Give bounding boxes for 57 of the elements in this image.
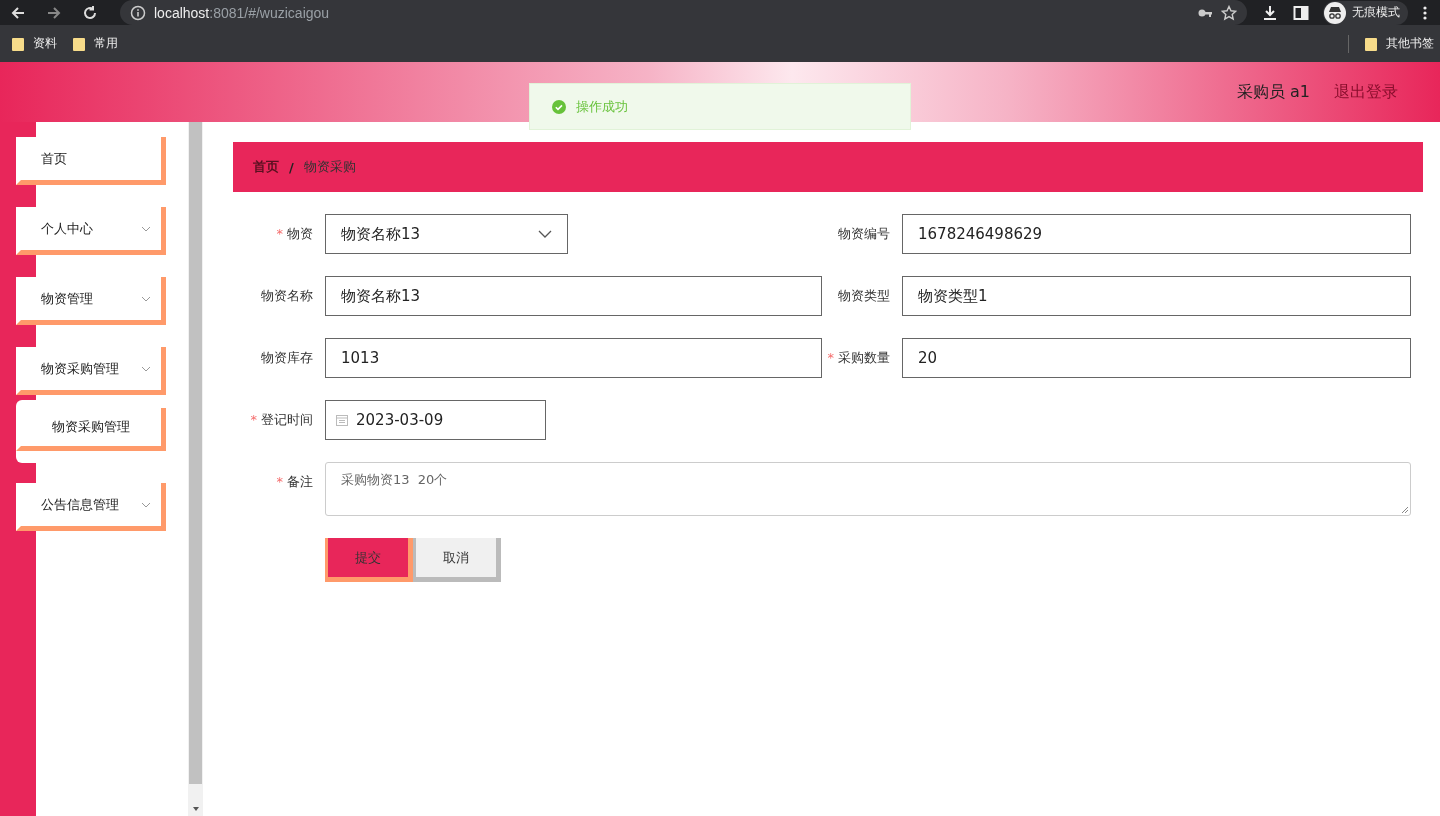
folder-icon xyxy=(12,36,24,51)
incognito-button[interactable]: 无痕模式 xyxy=(1323,0,1408,25)
scrollbar[interactable] xyxy=(188,122,203,816)
address-bar[interactable]: localhost:8081/#/wuzicaigou xyxy=(120,0,1247,25)
input-field[interactable]: 物资名称13 xyxy=(325,276,822,316)
star-icon[interactable] xyxy=(1221,4,1237,21)
field-label: 物资类型 xyxy=(838,288,890,303)
reload-icon[interactable] xyxy=(82,4,98,21)
required-mark: * xyxy=(276,226,283,241)
field-label: 物资名称 xyxy=(261,288,313,303)
field-label: 物资库存 xyxy=(261,350,313,365)
chevron-icon xyxy=(141,501,151,508)
menu-item[interactable]: 个人中心 xyxy=(16,207,166,255)
more-icon[interactable] xyxy=(1422,4,1428,21)
other-bookmarks[interactable]: 其他书签 xyxy=(1365,35,1434,52)
chevron-icon xyxy=(141,295,151,302)
check-circle-icon xyxy=(552,99,566,114)
bookmark-folder[interactable]: 资料 xyxy=(12,35,57,52)
user-label: 采购员 a1 xyxy=(1236,81,1310,103)
download-icon[interactable] xyxy=(1261,3,1279,22)
back-icon[interactable] xyxy=(10,4,26,21)
required-mark: * xyxy=(250,412,257,427)
remarks-field[interactable]: 采购物资13 20个 xyxy=(325,462,1411,516)
bookmark-folder[interactable]: 常用 xyxy=(73,35,118,52)
resize-grip-icon[interactable] xyxy=(1401,506,1408,513)
info-icon xyxy=(130,4,146,21)
chevron-icon xyxy=(141,365,151,372)
cancel-button[interactable]: 取消 xyxy=(413,538,501,582)
menu-item[interactable]: 物资采购管理 xyxy=(16,347,166,395)
field-label: 物资编号 xyxy=(838,226,890,241)
chevron-icon xyxy=(141,225,151,232)
forward-icon[interactable] xyxy=(46,4,62,21)
folder-icon xyxy=(1365,36,1377,51)
date-field[interactable]: 2023-03-09 xyxy=(325,400,546,440)
url-text: localhost:8081/#/wuzicaigou xyxy=(154,4,330,21)
input-field[interactable]: 1013 xyxy=(325,338,822,378)
menu-item[interactable]: 首页 xyxy=(16,137,166,185)
input-field[interactable]: 1678246498629 xyxy=(902,214,1411,254)
input-field[interactable]: 20 xyxy=(902,338,1411,378)
field-label: 备注 xyxy=(287,474,313,489)
required-mark: * xyxy=(276,474,283,489)
side-panel-icon[interactable] xyxy=(1293,4,1309,21)
chevron-icon xyxy=(538,230,552,238)
scroll-down-icon[interactable] xyxy=(191,806,200,812)
calendar-icon xyxy=(336,414,348,426)
field-label: 采购数量 xyxy=(838,350,890,365)
toast-message: 操作成功 xyxy=(576,97,628,116)
field-label: 登记时间 xyxy=(261,412,313,427)
select-field[interactable]: 物资名称13 xyxy=(325,214,568,254)
required-mark: * xyxy=(827,350,834,365)
input-field[interactable]: 物资类型1 xyxy=(902,276,1411,316)
submenu-item[interactable]: 物资采购管理 xyxy=(16,408,166,451)
menu-item[interactable]: 物资管理 xyxy=(16,277,166,325)
field-label: 物资 xyxy=(287,226,313,241)
breadcrumb-separator: / xyxy=(289,159,294,175)
menu-item[interactable]: 公告信息管理 xyxy=(16,483,166,531)
folder-icon xyxy=(73,36,85,51)
